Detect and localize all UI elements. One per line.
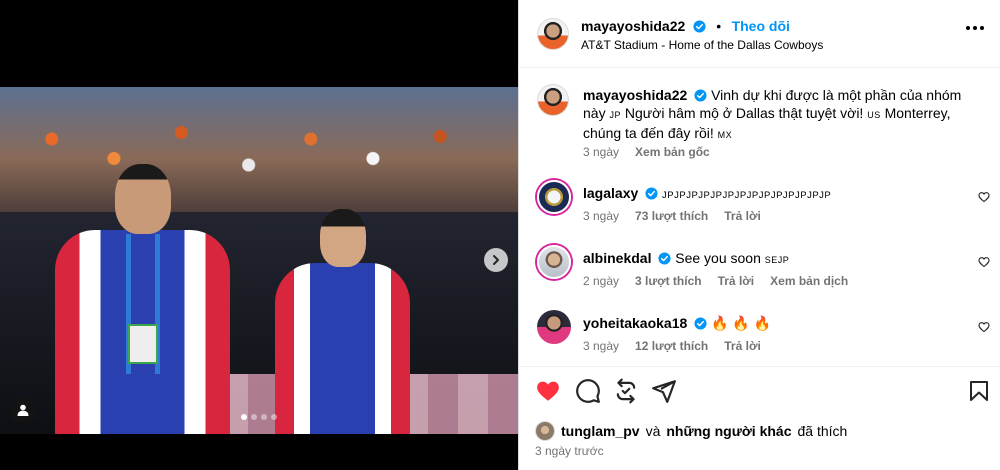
carousel-dot	[271, 414, 277, 420]
caption-text-2: Người hâm mộ ở Dallas thật tuyệt vời!	[624, 105, 864, 121]
comment-likes[interactable]: 12 lượt thích	[635, 339, 708, 353]
comment-bubble-icon[interactable]	[575, 378, 601, 404]
verified-badge-icon	[694, 89, 707, 102]
like-comment-icon[interactable]	[978, 321, 990, 333]
separator-dot: •	[716, 18, 722, 34]
chevron-right-icon	[493, 255, 499, 265]
commenter-avatar[interactable]	[537, 245, 571, 279]
post-photo[interactable]	[0, 87, 518, 434]
see-translation-link[interactable]: Xem bản dịch	[770, 274, 848, 288]
likes-suffix: đã thích	[797, 423, 848, 439]
send-icon[interactable]	[651, 378, 677, 404]
comment-flags: SEJP	[764, 255, 790, 265]
likes-summary: tunglam_pv và những người khác đã thích	[535, 421, 847, 441]
see-original-link[interactable]: Xem bản gốc	[635, 145, 710, 159]
commenter-avatar[interactable]	[537, 180, 571, 214]
comment-likes[interactable]: 3 lượt thích	[635, 274, 702, 288]
more-options-button[interactable]	[966, 26, 984, 30]
commenter-username[interactable]: lagalaxy	[583, 185, 638, 201]
reply-button[interactable]: Trả lời	[718, 274, 755, 288]
author-username[interactable]: mayayoshida22	[581, 18, 685, 34]
heart-filled-icon[interactable]	[535, 378, 561, 404]
verified-badge-icon	[693, 20, 706, 33]
verified-badge-icon	[658, 252, 671, 265]
post-media	[0, 0, 518, 470]
caption-author-avatar[interactable]	[537, 84, 569, 116]
liker-avatar[interactable]	[535, 421, 555, 441]
liker-username[interactable]: tunglam_pv	[561, 423, 640, 439]
reply-button[interactable]: Trả lời	[724, 209, 761, 223]
actions-divider	[519, 366, 1000, 367]
photo-person-left	[55, 164, 230, 434]
verified-badge-icon	[694, 317, 707, 330]
verified-badge-icon	[645, 187, 658, 200]
post-timestamp: 3 ngày trước	[535, 444, 604, 458]
comment-text: See you soon	[675, 250, 761, 266]
caption-text-4: đến đây rồi!	[640, 125, 714, 141]
comment-time: 3 ngày	[583, 339, 620, 353]
likes-others-link[interactable]: những người khác	[666, 423, 791, 439]
comment-item: yoheitakaoka18 🔥 🔥 🔥 3 ngày 12 lượt thíc…	[519, 308, 1000, 358]
bookmark-icon[interactable]	[967, 378, 991, 404]
post-header: mayayoshida22 • Theo dõi AT&T Stadium - …	[519, 0, 1000, 68]
like-comment-icon[interactable]	[978, 256, 990, 268]
caption-flag-jp: JP	[609, 110, 621, 120]
post-details-panel: mayayoshida22 • Theo dõi AT&T Stadium - …	[518, 0, 1000, 470]
carousel-dot	[251, 414, 257, 420]
caption-time: 3 ngày	[583, 145, 620, 159]
caption-flag-mx: MX	[717, 130, 733, 140]
reply-button[interactable]: Trả lời	[724, 339, 761, 353]
caption-author-username[interactable]: mayayoshida22	[583, 87, 687, 103]
comment-likes[interactable]: 73 lượt thích	[635, 209, 708, 223]
caption-flag-us: US	[867, 110, 881, 120]
comment-time: 2 ngày	[583, 274, 620, 288]
comment-item: lagalaxy JPJPJPJPJPJPJPJPJPJPJPJPJPJP 3 …	[519, 178, 1000, 228]
more-horizontal-icon	[966, 26, 970, 30]
like-comment-icon[interactable]	[978, 191, 990, 203]
comment-time: 3 ngày	[583, 209, 620, 223]
carousel-dot	[241, 414, 247, 420]
commenter-avatar[interactable]	[537, 310, 571, 344]
post-location[interactable]: AT&T Stadium - Home of the Dallas Cowboy…	[581, 38, 823, 52]
carousel-next-button[interactable]	[484, 248, 508, 272]
likes-conjunction: và	[645, 423, 661, 439]
commenter-username[interactable]: albinekdal	[583, 250, 651, 266]
photo-person-right	[275, 209, 410, 434]
comment-item: albinekdal See you soon SEJP 2 ngày 3 lư…	[519, 243, 1000, 293]
carousel-dot	[261, 414, 267, 420]
carousel-indicator	[0, 414, 518, 420]
comment-text: JPJPJPJPJPJPJPJPJPJPJPJPJPJP	[662, 190, 832, 201]
comment-text: 🔥 🔥 🔥	[711, 315, 772, 331]
follow-button[interactable]: Theo dõi	[732, 18, 790, 34]
author-avatar[interactable]	[537, 18, 569, 50]
commenter-username[interactable]: yoheitakaoka18	[583, 315, 687, 331]
post-actions-bar	[519, 378, 1000, 410]
repost-icon[interactable]	[613, 378, 639, 404]
